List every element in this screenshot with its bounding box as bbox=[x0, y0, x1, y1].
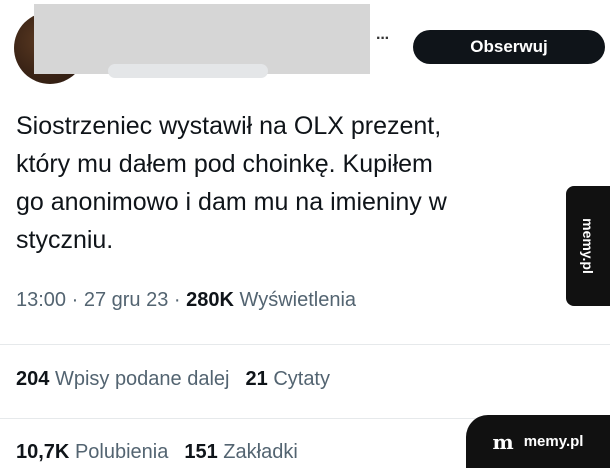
separator-dot: · bbox=[71, 289, 84, 311]
likes-count: 10,7K bbox=[16, 441, 70, 463]
side-watermark-text: memy.pl bbox=[580, 218, 597, 274]
quotes-stat[interactable]: 21 Cytaty bbox=[246, 368, 331, 390]
divider bbox=[0, 344, 610, 345]
side-watermark: memy.pl bbox=[566, 186, 610, 306]
memy-logo-icon: m bbox=[492, 429, 514, 454]
separator-dot: · bbox=[173, 289, 187, 311]
quotes-count: 21 bbox=[245, 368, 268, 390]
bookmarks-count: 151 bbox=[184, 441, 218, 463]
views-count: 280K bbox=[186, 289, 234, 311]
stats-row-2: 10,7K Polubienia 151 Zakładki bbox=[16, 441, 298, 464]
views-label: Wyświetlenia bbox=[239, 289, 357, 311]
reposts-label: Wpisy podane dalej bbox=[54, 368, 230, 390]
tweet-text: Siostrzeniec wystawił na OLX prezent, kt… bbox=[16, 112, 447, 254]
tweet-time[interactable]: 13:00 bbox=[16, 289, 66, 311]
follow-button[interactable]: Obserwuj bbox=[413, 30, 605, 64]
likes-label: Polubienia bbox=[74, 441, 169, 463]
user-handle-placeholder bbox=[108, 64, 268, 78]
corner-watermark-text: memy.pl bbox=[523, 433, 584, 450]
reposts-stat[interactable]: 204 Wpisy podane dalej bbox=[16, 368, 230, 390]
more-options-icon[interactable]: ··· bbox=[376, 30, 390, 48]
quotes-label: Cytaty bbox=[273, 368, 330, 390]
bookmarks-label: Zakładki bbox=[223, 441, 298, 463]
stats-row-1: 204 Wpisy podane dalej 21 Cytaty bbox=[16, 368, 330, 391]
corner-watermark: m memy.pl bbox=[466, 415, 610, 468]
tweet-date[interactable]: 27 gru 23 bbox=[84, 289, 169, 311]
tweet-meta: 13:00 · 27 gru 23 · 280K Wyświetlenia bbox=[16, 289, 356, 312]
likes-stat[interactable]: 10,7K Polubienia bbox=[16, 441, 168, 463]
reposts-count: 204 bbox=[16, 368, 50, 390]
bookmarks-stat[interactable]: 151 Zakładki bbox=[184, 441, 297, 463]
